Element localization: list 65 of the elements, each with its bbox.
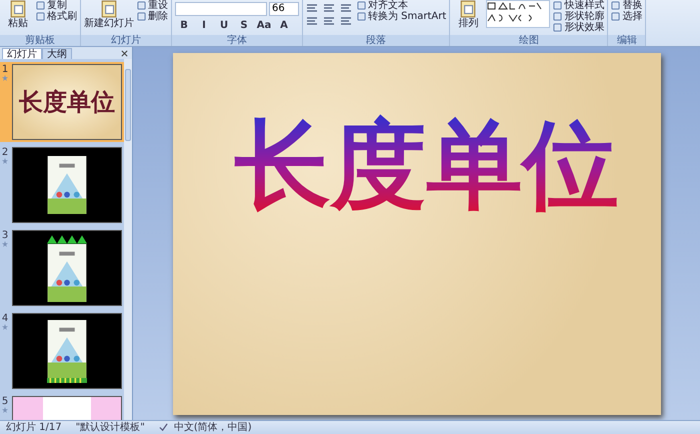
- theme-name: "默认设计模板": [76, 421, 145, 434]
- group-label: 字体: [172, 35, 302, 46]
- slide-thumbnail[interactable]: [12, 230, 122, 306]
- thumbnail-row[interactable]: 5: [0, 394, 124, 420]
- format-button[interactable]: U: [215, 18, 233, 32]
- document-icon: [9, 0, 27, 18]
- document-icon: [459, 0, 478, 18]
- slide-number: 3: [2, 230, 8, 241]
- format-button[interactable]: Aa: [255, 18, 273, 32]
- ribbon-button[interactable]: 粘贴: [3, 0, 33, 29]
- slide-number: 2: [2, 147, 8, 158]
- group-label: 编辑: [608, 35, 646, 46]
- ribbon-button[interactable]: 选择: [611, 11, 642, 22]
- slide-counter: 幻灯片 1/17: [6, 421, 62, 434]
- format-button[interactable]: A: [275, 18, 293, 32]
- book-cover-drawing: [47, 156, 87, 214]
- paragraph-icon[interactable]: [306, 16, 318, 26]
- slide-thumbnail[interactable]: 长度单位: [12, 64, 122, 140]
- language: 中文(简体，中国): [174, 421, 252, 434]
- ribbon-button[interactable]: 格式刷: [36, 11, 77, 22]
- book-cover-drawing: [47, 320, 87, 378]
- thumbnail-row[interactable]: 2: [0, 145, 124, 225]
- paragraph-icon[interactable]: [340, 16, 352, 26]
- ribbon-button[interactable]: 删除: [137, 11, 168, 22]
- group-label: 段落: [303, 35, 450, 46]
- scrollbar[interactable]: [124, 59, 132, 420]
- ribbon-button[interactable]: 复制: [36, 0, 77, 11]
- slide-number: 4: [2, 313, 8, 324]
- ribbon-button[interactable]: 排列: [453, 0, 484, 29]
- thumbnail-row[interactable]: 1 长度单位: [0, 62, 124, 142]
- thumbnail-row[interactable]: 4: [0, 311, 124, 391]
- font-size-field[interactable]: 66: [269, 2, 299, 16]
- font-name-field[interactable]: [175, 2, 267, 16]
- group-label: 剪贴板: [0, 35, 80, 46]
- close-icon[interactable]: [121, 50, 128, 57]
- shapes-gallery[interactable]: [486, 0, 550, 28]
- paragraph-icon[interactable]: [323, 16, 335, 26]
- ribbon-button[interactable]: 形状轮廓: [553, 11, 604, 22]
- ribbon-button[interactable]: 快速样式: [553, 0, 604, 11]
- triangles-drawing: [47, 234, 87, 244]
- ribbon-button[interactable]: 替换: [611, 0, 642, 11]
- slide-number: 1: [2, 64, 8, 75]
- slide-thumbnail[interactable]: [12, 313, 122, 389]
- slide-thumbnail[interactable]: [12, 147, 122, 223]
- format-button[interactable]: I: [195, 18, 213, 32]
- format-button[interactable]: B: [175, 18, 193, 32]
- stripes-drawing: [47, 378, 87, 382]
- paragraph-icon[interactable]: [323, 3, 335, 13]
- group-label: 绘图: [450, 35, 608, 46]
- book-cover-drawing: [47, 244, 87, 302]
- ribbon-button[interactable]: 形状效果: [553, 22, 604, 33]
- panel-tab[interactable]: 幻灯片: [2, 48, 42, 59]
- spell-check-icon[interactable]: [158, 423, 168, 432]
- panel-tab[interactable]: 大纲: [42, 48, 72, 59]
- paragraph-icon[interactable]: [340, 3, 352, 13]
- ribbon-button[interactable]: 重设: [137, 0, 168, 11]
- group-label: 幻灯片: [81, 35, 171, 46]
- ribbon-button[interactable]: 转换为 SmartArt: [357, 11, 446, 22]
- format-button[interactable]: S: [235, 18, 253, 32]
- thumbnail-row[interactable]: 3: [0, 228, 124, 308]
- ribbon-button[interactable]: 新建幻灯片: [84, 0, 134, 29]
- thumbnail-title: 长度单位: [19, 87, 115, 118]
- slide-number: 5: [2, 396, 8, 407]
- paragraph-icon[interactable]: [306, 3, 318, 13]
- document-icon: [100, 0, 118, 18]
